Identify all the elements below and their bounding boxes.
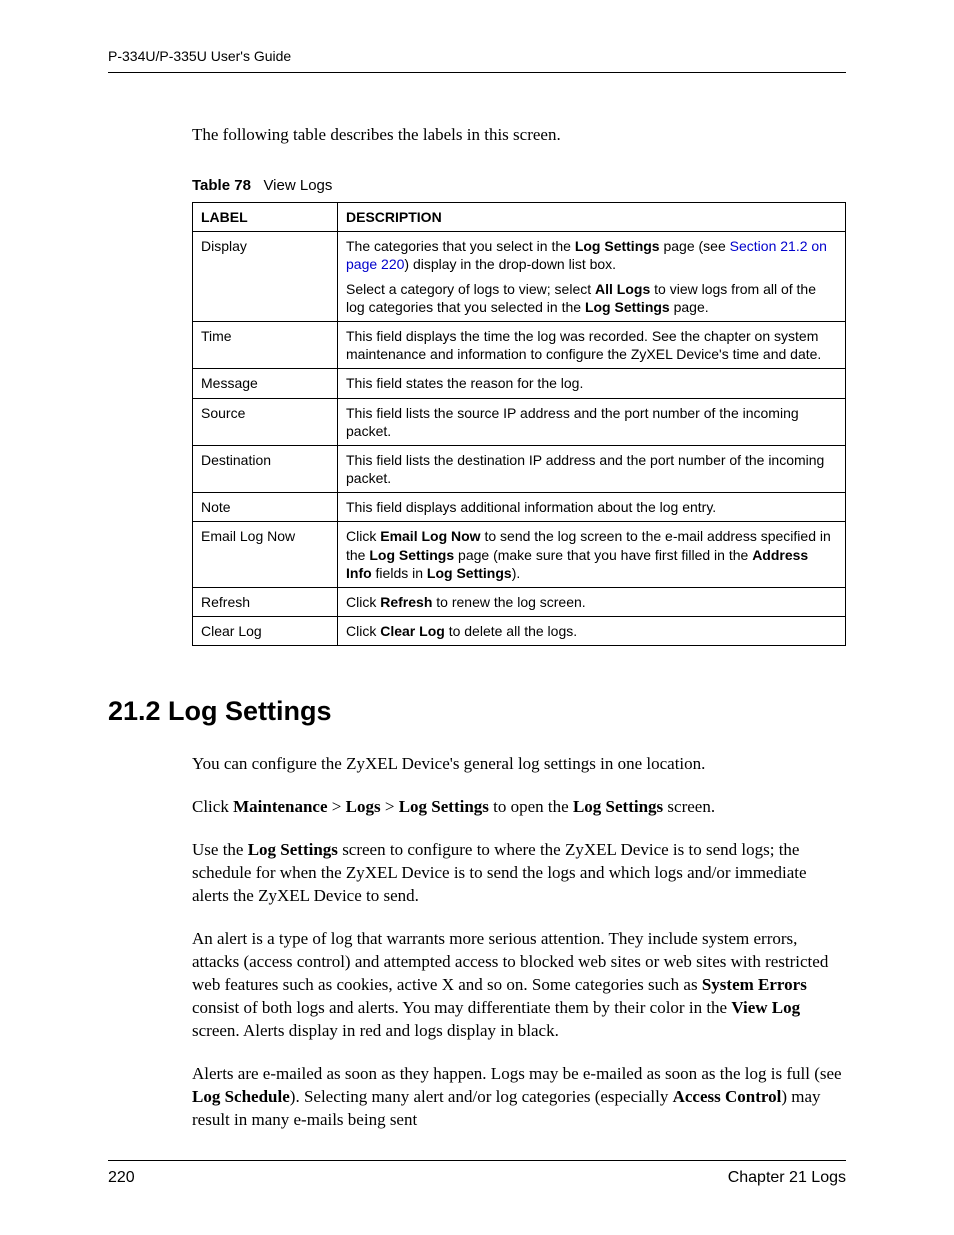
table-row: Refresh Click Refresh to renew the log s… [193,588,846,617]
table-row: Time This field displays the time the lo… [193,321,846,368]
intro-paragraph: The following table describes the labels… [192,125,846,145]
row-label: Message [193,369,338,398]
row-description: This field displays additional informati… [338,493,846,522]
row-label: Source [193,398,338,445]
table-row: Clear Log Click Clear Log to delete all … [193,617,846,646]
th-label: LABEL [193,203,338,232]
row-description: This field lists the source IP address a… [338,398,846,445]
row-label: Display [193,232,338,322]
row-description: This field displays the time the log was… [338,321,846,368]
row-label: Refresh [193,588,338,617]
page-footer: 220 Chapter 21 Logs [108,1160,846,1187]
row-label: Time [193,321,338,368]
section-heading: 21.2 Log Settings [108,696,846,727]
row-description: The categories that you select in the Lo… [338,232,846,322]
row-label: Email Log Now [193,522,338,588]
row-label: Destination [193,445,338,492]
row-description: Click Clear Log to delete all the logs. [338,617,846,646]
body-paragraph: An alert is a type of log that warrants … [192,928,846,1043]
guide-title: P-334U/P-335U User's Guide [108,48,291,64]
page-header: P-334U/P-335U User's Guide [108,48,846,73]
page-number: 220 [108,1169,135,1187]
row-description: Click Refresh to renew the log screen. [338,588,846,617]
row-description: Click Email Log Now to send the log scre… [338,522,846,588]
view-logs-table: LABEL DESCRIPTION Display The categories… [192,202,846,646]
table-caption-title: View Logs [263,177,332,194]
table-caption-number: Table 78 [192,177,251,194]
th-description: DESCRIPTION [338,203,846,232]
row-description: This field states the reason for the log… [338,369,846,398]
body-paragraph: You can configure the ZyXEL Device's gen… [192,753,846,776]
table-caption: Table 78 View Logs [192,177,846,194]
table-row: Source This field lists the source IP ad… [193,398,846,445]
table-row: Display The categories that you select i… [193,232,846,322]
table-header-row: LABEL DESCRIPTION [193,203,846,232]
body-paragraph: Click Maintenance > Logs > Log Settings … [192,796,846,819]
row-label: Clear Log [193,617,338,646]
body-paragraph: Use the Log Settings screen to configure… [192,839,846,908]
body-paragraph: Alerts are e-mailed as soon as they happ… [192,1063,846,1132]
table-row: Message This field states the reason for… [193,369,846,398]
table-row: Email Log Now Click Email Log Now to sen… [193,522,846,588]
row-description: This field lists the destination IP addr… [338,445,846,492]
chapter-label: Chapter 21 Logs [728,1169,846,1187]
table-row: Destination This field lists the destina… [193,445,846,492]
row-label: Note [193,493,338,522]
table-row: Note This field displays additional info… [193,493,846,522]
